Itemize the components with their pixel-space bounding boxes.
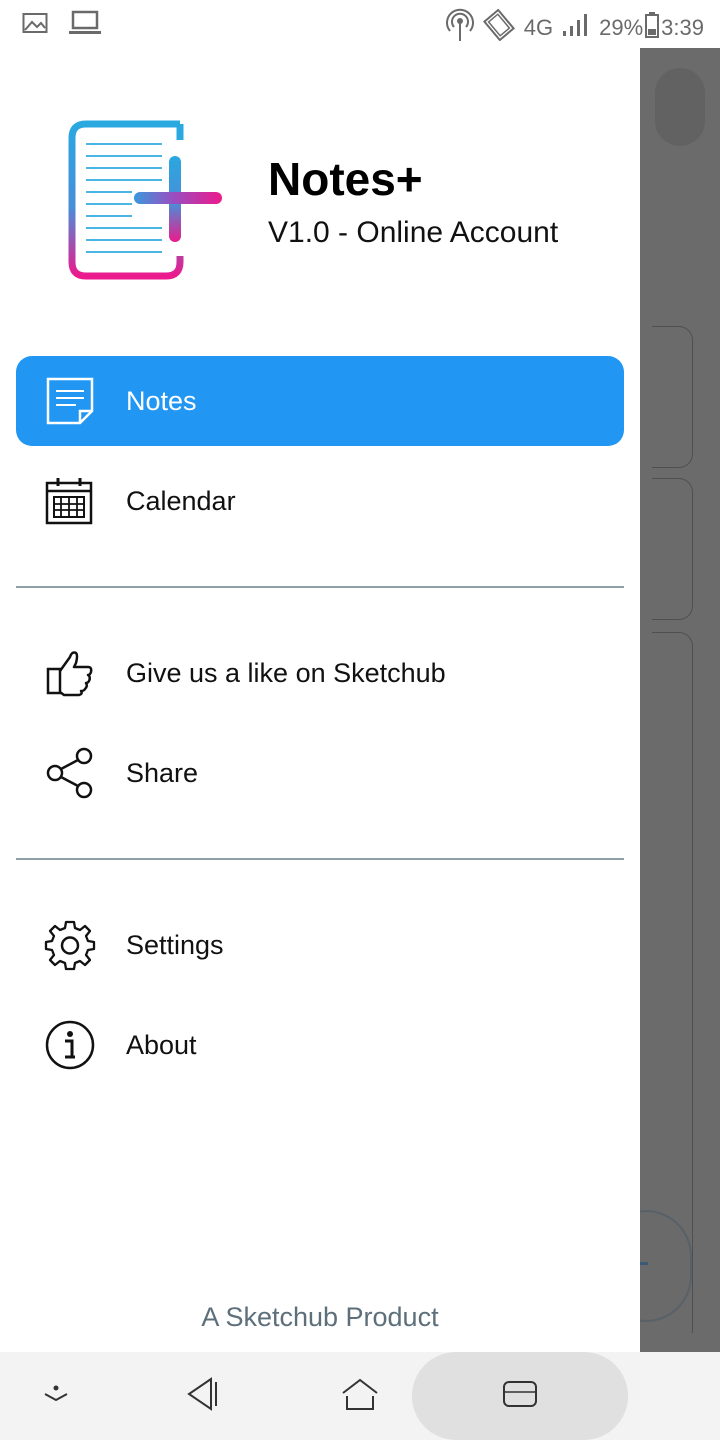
section-divider — [16, 586, 624, 588]
nav-item-label: About — [126, 1029, 197, 1060]
app-name: Notes+ — [268, 153, 423, 205]
background-note-card — [652, 478, 693, 620]
nav-item-calendar[interactable]: Calendar — [16, 456, 624, 546]
info-icon — [44, 1019, 96, 1071]
background-fab-icon — [640, 1262, 648, 1265]
app-version: V1.0 - Online Account — [268, 216, 559, 249]
signal-icon — [561, 13, 591, 43]
share-icon — [44, 747, 96, 799]
nav-item-like[interactable]: Give us a like on Sketchub — [16, 628, 624, 718]
note-icon — [44, 375, 96, 427]
nav-item-label: Give us a like on Sketchub — [126, 657, 446, 688]
nav-item-label: Calendar — [126, 485, 236, 516]
section-divider — [16, 858, 624, 860]
gear-icon — [44, 919, 96, 971]
navigation-drawer: Notes+ V1.0 - Online Account Notes Calen… — [0, 48, 640, 1352]
battery-icon — [645, 12, 660, 44]
battery-percent: 29% — [599, 15, 644, 40]
hide-nav-button[interactable] — [30, 1352, 82, 1440]
nav-item-label: Notes — [126, 385, 197, 416]
recent-apps-icon — [502, 1379, 538, 1414]
back-icon — [185, 1376, 219, 1417]
nav-item-share[interactable]: Share — [16, 728, 624, 818]
hotspot-icon — [445, 8, 474, 48]
network-type: 4G — [523, 15, 554, 40]
nav-item-about[interactable]: About — [16, 1000, 624, 1090]
home-icon — [340, 1377, 380, 1416]
gallery-icon — [22, 12, 48, 39]
back-button[interactable] — [176, 1352, 228, 1440]
home-button[interactable] — [334, 1352, 386, 1440]
footer-credit: A Sketchub Product — [201, 1302, 439, 1332]
calendar-icon — [44, 475, 96, 527]
background-search-bar — [655, 68, 705, 146]
nav-item-label: Settings — [126, 929, 224, 960]
recent-apps-button[interactable] — [494, 1352, 546, 1440]
clock: 3:39 — [661, 15, 704, 40]
rotate-icon — [482, 8, 516, 47]
background-note-card — [652, 326, 693, 468]
app-logo — [62, 118, 226, 284]
status-bar: 4G 29% 3:39 — [0, 0, 720, 48]
nav-item-settings[interactable]: Settings — [16, 900, 624, 990]
laptop-icon — [68, 10, 102, 41]
chevron-down-icon — [41, 1384, 71, 1409]
nav-item-notes[interactable]: Notes — [16, 356, 624, 446]
thumbs-up-icon — [44, 647, 96, 699]
nav-item-label: Share — [126, 757, 199, 788]
system-nav-bar — [0, 1352, 720, 1440]
